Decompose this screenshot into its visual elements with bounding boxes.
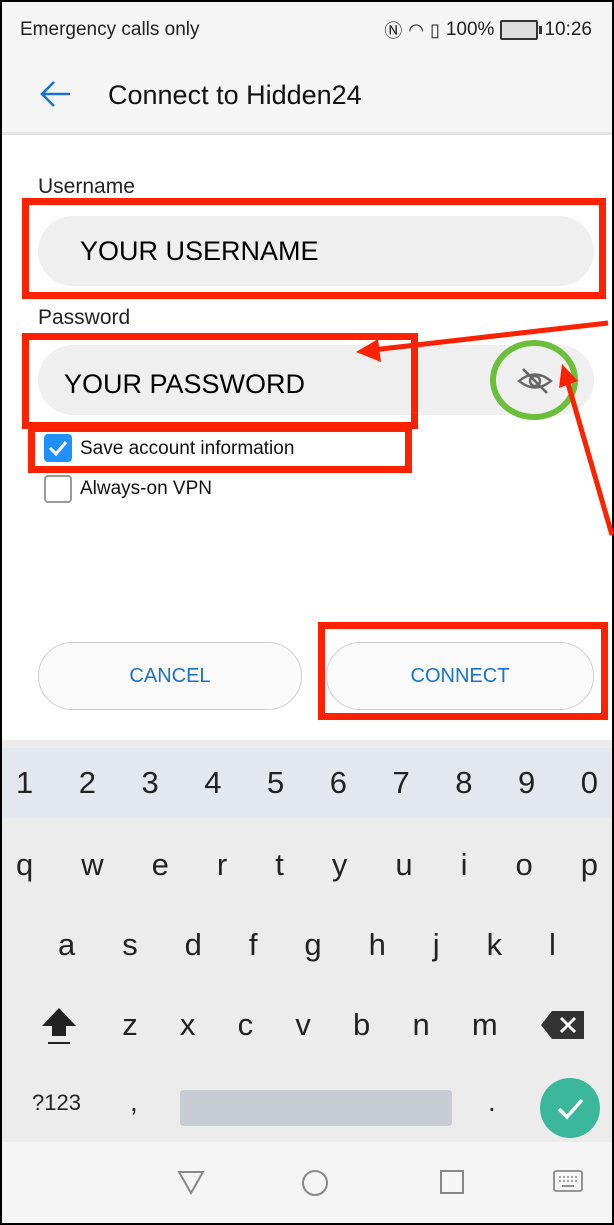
key-comma[interactable]: , [130, 1086, 138, 1118]
key-3[interactable]: 3 [142, 765, 159, 801]
key-l[interactable]: l [549, 927, 556, 963]
key-e[interactable]: e [152, 847, 169, 883]
key-i[interactable]: i [461, 847, 468, 883]
key-period[interactable]: . [488, 1086, 496, 1118]
key-j[interactable]: j [433, 927, 440, 963]
key-u[interactable]: u [395, 847, 412, 883]
key-7[interactable]: 7 [393, 765, 410, 801]
key-2[interactable]: 2 [79, 765, 96, 801]
key-a[interactable]: a [58, 927, 75, 963]
key-o[interactable]: o [515, 847, 532, 883]
home-circle-icon[interactable] [300, 1168, 330, 1198]
spacebar[interactable] [180, 1090, 452, 1126]
keyboard-row-zxcv: z x c v b n m [2, 990, 612, 1060]
symbols-key[interactable]: ?123 [32, 1090, 81, 1116]
key-r[interactable]: r [217, 847, 227, 883]
key-d[interactable]: d [185, 927, 202, 963]
key-4[interactable]: 4 [204, 765, 221, 801]
key-s[interactable]: s [122, 927, 138, 963]
key-p[interactable]: p [581, 847, 598, 883]
navigation-bar [2, 1142, 612, 1223]
key-0[interactable]: 0 [581, 765, 598, 801]
key-6[interactable]: 6 [330, 765, 347, 801]
key-9[interactable]: 9 [518, 765, 535, 801]
key-k[interactable]: k [487, 927, 503, 963]
key-z[interactable]: z [122, 1007, 138, 1043]
key-b[interactable]: b [353, 1007, 370, 1043]
key-5[interactable]: 5 [267, 765, 284, 801]
backspace-icon[interactable] [540, 1009, 586, 1041]
key-c[interactable]: c [238, 1007, 254, 1043]
key-v[interactable]: v [295, 1007, 311, 1043]
key-f[interactable]: f [249, 927, 258, 963]
keyboard-toggle-icon[interactable] [552, 1168, 584, 1194]
key-h[interactable]: h [369, 927, 386, 963]
keyboard-row-asdf: a s d f g h j k l [2, 910, 612, 980]
key-y[interactable]: y [332, 847, 348, 883]
back-triangle-icon[interactable] [176, 1168, 206, 1196]
recents-square-icon[interactable] [438, 1168, 466, 1196]
done-key[interactable] [540, 1078, 600, 1138]
keyboard-row-bottom: ?123 , . [2, 1070, 612, 1140]
key-x[interactable]: x [180, 1007, 196, 1043]
key-w[interactable]: w [81, 847, 103, 883]
checkmark-icon [557, 1098, 584, 1120]
keyboard: 1 2 3 4 5 6 7 8 9 0 q w e r t y u i o p … [2, 740, 612, 1142]
keyboard-number-row: 1 2 3 4 5 6 7 8 9 0 [2, 748, 612, 818]
key-g[interactable]: g [304, 927, 321, 963]
key-q[interactable]: q [16, 847, 33, 883]
key-m[interactable]: m [472, 1007, 498, 1043]
key-t[interactable]: t [275, 847, 284, 883]
keyboard-row-qwerty: q w e r t y u i o p [2, 830, 612, 900]
key-1[interactable]: 1 [16, 765, 33, 801]
key-8[interactable]: 8 [455, 765, 472, 801]
shift-icon[interactable] [38, 1004, 80, 1046]
key-n[interactable]: n [412, 1007, 429, 1043]
